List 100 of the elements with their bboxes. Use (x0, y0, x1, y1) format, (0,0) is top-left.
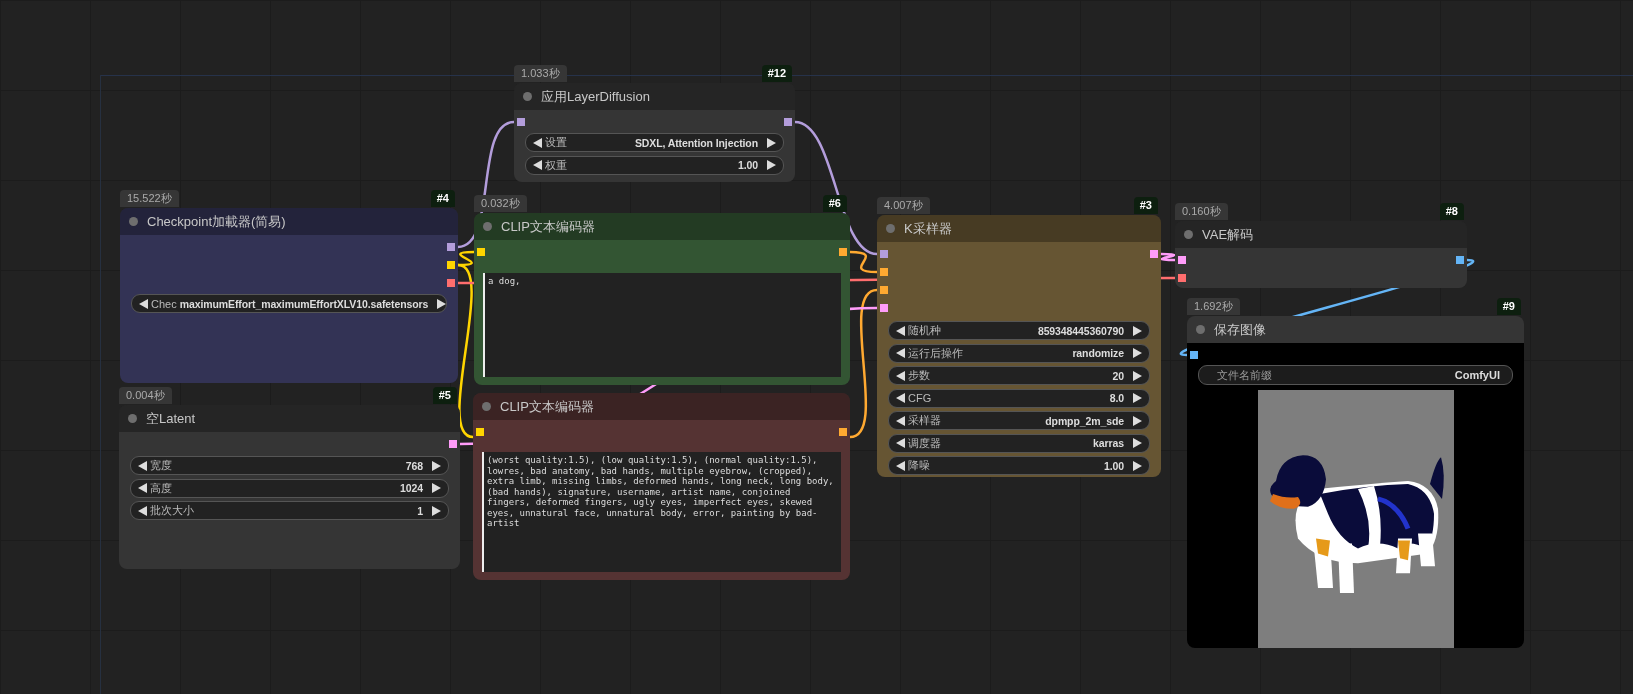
widget-control[interactable]: 随机种 859348445360790 (888, 321, 1150, 340)
increment-arrow-icon[interactable] (767, 160, 776, 170)
increment-arrow-icon[interactable] (1133, 370, 1142, 381)
widget-value: maximumEffort_maximumEffortXLV10.safetensors (179, 297, 429, 310)
widget-control[interactable]: 步数 20 (888, 366, 1150, 385)
decrement-arrow-icon[interactable] (138, 483, 147, 493)
decrement-arrow-icon[interactable] (896, 348, 905, 358)
input-slot[interactable] (476, 428, 484, 436)
widget-control[interactable]: 高度 1024 (130, 478, 449, 498)
input-slot[interactable] (880, 304, 888, 312)
node-title: 保存图像 (1214, 320, 1266, 339)
input-slot[interactable] (1178, 274, 1186, 282)
decrement-arrow-icon[interactable] (533, 137, 542, 148)
widget-value: 768 (405, 459, 423, 472)
widget-label: 批次大小 (150, 503, 194, 518)
execution-time-badge: 0.004秒 (119, 387, 172, 404)
decrement-arrow-icon[interactable] (138, 505, 147, 516)
node-id-badge: #4 (430, 190, 455, 207)
node-header[interactable]: K采样器 (877, 215, 1161, 242)
node-header[interactable]: 保存图像 (1187, 316, 1524, 343)
node-id-badge: #8 (1439, 203, 1464, 220)
widget-control[interactable]: 权重 1.00 (525, 155, 784, 175)
node-id-badge: #3 (1133, 197, 1158, 214)
execution-time-badge: 0.032秒 (474, 195, 527, 212)
node-id-badge: #6 (822, 195, 847, 212)
node-id-badge: #12 (761, 65, 792, 82)
input-slot[interactable] (880, 286, 888, 294)
filename-prefix-field[interactable]: 文件名前缀 ComfyUI (1198, 365, 1513, 385)
widget-label: 宽度 (150, 458, 172, 473)
prompt-textarea[interactable]: (worst quality:1.5), (low quality:1.5), (normal quality:1.5), lowres, bad anatomy, bad hands, multiple eyebrow, (cropped), extra limb, missing limbs, deformed hands, long neck, long body, (bad hands), signature, username, artist name, conjoined fingers, deformed fingers, ugly eyes, imperfect eyes, skewed eyes, unnatural face, unnatural body, error, painting by bad-artist (482, 452, 841, 572)
node-dot-icon (483, 222, 492, 231)
widget-control[interactable]: 降噪 1.00 (888, 456, 1150, 475)
decrement-arrow-icon[interactable] (896, 370, 905, 381)
execution-time-badge: 0.160秒 (1175, 203, 1228, 220)
decrement-arrow-icon[interactable] (139, 298, 148, 309)
node-id-badge: #5 (432, 387, 457, 404)
input-slot[interactable] (477, 248, 485, 256)
decrement-arrow-icon[interactable] (533, 160, 542, 170)
increment-arrow-icon[interactable] (1133, 325, 1142, 336)
node-dot-icon (523, 92, 532, 101)
decrement-arrow-icon[interactable] (138, 460, 147, 471)
execution-time-badge: 4.007秒 (877, 197, 930, 214)
decrement-arrow-icon[interactable] (896, 438, 905, 448)
prompt-textarea[interactable]: a dog, (483, 273, 841, 377)
widget-value: 1.00 (737, 159, 758, 171)
increment-arrow-icon[interactable] (1133, 460, 1142, 471)
node-header[interactable]: CLIP文本编码器 (474, 213, 850, 240)
input-slot[interactable] (1178, 256, 1186, 264)
widget-value: karras (1093, 437, 1124, 449)
widget-value: SDXL, Attention Injection (634, 136, 758, 149)
node-title: 应用LayerDiffusion (541, 87, 650, 106)
widget-control[interactable]: CFG 8.0 (888, 388, 1150, 408)
node-dot-icon (128, 414, 137, 423)
decrement-arrow-icon[interactable] (896, 393, 905, 403)
widget-control[interactable]: 宽度 768 (130, 456, 449, 475)
widget-control[interactable]: 调度器 karras (888, 433, 1150, 453)
widget-value: randomize (1072, 347, 1124, 359)
increment-arrow-icon[interactable] (432, 505, 441, 516)
widget-control[interactable]: Chec maximumEffort_maximumEffortXLV10.safetensors (131, 294, 447, 313)
widget-control[interactable]: 设置 SDXL, Attention Injection (525, 133, 784, 152)
increment-arrow-icon[interactable] (1133, 348, 1142, 358)
input-slot[interactable] (1190, 351, 1198, 359)
node-dot-icon (1184, 230, 1193, 239)
node-dot-icon (886, 224, 895, 233)
node-title: VAE解码 (1202, 225, 1254, 244)
input-slot[interactable] (880, 268, 888, 276)
node-title: CLIP文本编码器 (501, 217, 595, 236)
execution-time-badge: 1.033秒 (514, 65, 567, 82)
node-dot-icon (482, 402, 491, 411)
input-slot[interactable] (517, 118, 525, 126)
field-value: ComfyUI (1454, 369, 1500, 381)
increment-arrow-icon[interactable] (437, 298, 447, 309)
decrement-arrow-icon[interactable] (896, 325, 905, 336)
widget-value: 1 (417, 504, 423, 517)
increment-arrow-icon[interactable] (432, 460, 441, 471)
widget-control[interactable]: 批次大小 1 (130, 501, 449, 520)
widget-label: 采样器 (908, 413, 941, 428)
increment-arrow-icon[interactable] (432, 483, 441, 493)
increment-arrow-icon[interactable] (1133, 438, 1142, 448)
decrement-arrow-icon[interactable] (896, 415, 905, 426)
widget-label: 运行后操作 (908, 345, 963, 361)
widget-label: 降噪 (908, 458, 930, 473)
execution-time-badge: 1.692秒 (1187, 298, 1240, 315)
widget-label: 高度 (150, 480, 172, 496)
widget-value: 8.0 (1109, 392, 1124, 404)
increment-arrow-icon[interactable] (1133, 393, 1142, 403)
increment-arrow-icon[interactable] (1133, 415, 1142, 426)
widget-control[interactable]: 运行后操作 randomize (888, 343, 1150, 363)
node-header[interactable]: CLIP文本编码器 (473, 393, 850, 420)
node-dot-icon (1196, 325, 1205, 334)
widget-label: 权重 (545, 157, 567, 173)
decrement-arrow-icon[interactable] (896, 460, 905, 471)
execution-time-badge: 15.522秒 (120, 190, 179, 207)
widget-control[interactable]: 采样器 dpmpp_2m_sde (888, 411, 1150, 430)
node-header[interactable]: 应用LayerDiffusion (514, 83, 795, 110)
node-title: Checkpoint加載器(简易) (147, 212, 286, 231)
input-slot[interactable] (880, 250, 888, 258)
increment-arrow-icon[interactable] (767, 137, 776, 148)
node-header[interactable]: Checkpoint加載器(简易) (120, 208, 458, 235)
node-title: K采样器 (904, 219, 952, 238)
